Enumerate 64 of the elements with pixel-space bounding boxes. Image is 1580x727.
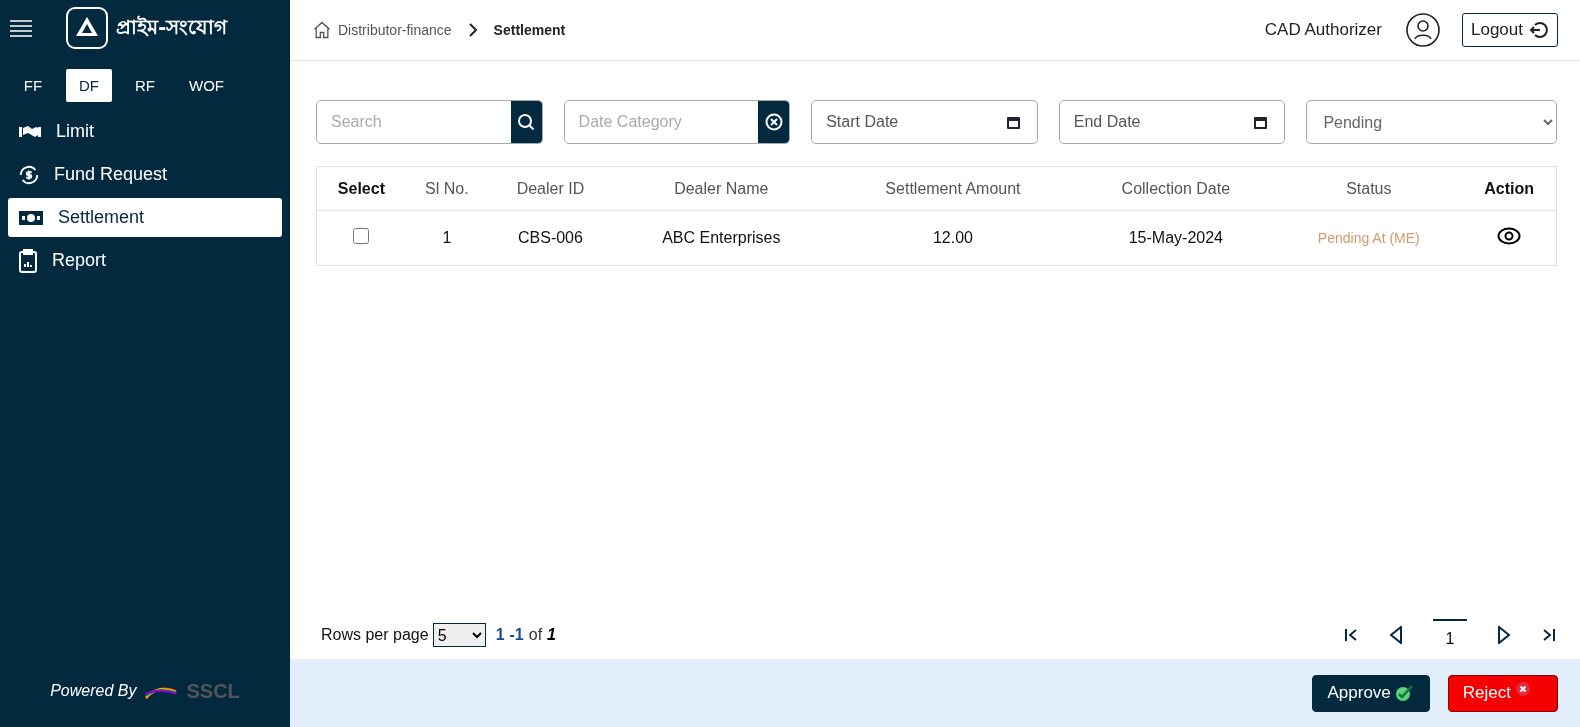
logout-icon[interactable] — [1529, 20, 1549, 40]
column-header: Sl No. — [405, 166, 488, 211]
rows-per-page-label: Rows per page — [321, 626, 429, 644]
dollar-cycle-icon — [18, 163, 40, 186]
approve-button[interactable]: Approve — [1312, 674, 1430, 712]
user-role: CAD Authorizer — [1264, 20, 1382, 40]
view-eye-icon[interactable] — [1497, 227, 1522, 245]
brand-name: প্রাইম-সংযোগ — [116, 13, 228, 41]
sidebar-item[interactable]: Settlement — [8, 198, 282, 237]
rows-per-page-select[interactable]: 5 — [432, 623, 486, 647]
sidebar-item[interactable]: Limit — [8, 112, 282, 151]
column-header: Status — [1275, 166, 1463, 211]
clear-icon[interactable] — [758, 101, 790, 143]
date-category-box[interactable]: Date Category — [563, 100, 791, 144]
menu-icon[interactable] — [10, 19, 32, 37]
table-cell: 1 — [405, 210, 488, 266]
row-checkbox[interactable] — [353, 228, 370, 244]
breadcrumb-link[interactable]: Distributor-finance — [338, 22, 452, 38]
page-number[interactable]: 1 — [1433, 619, 1467, 651]
table-cell: CBS-006 — [487, 210, 614, 266]
module-tab[interactable]: DF — [66, 69, 112, 102]
status-text: Pending At (ME) — [1317, 230, 1420, 246]
column-header: Dealer Name — [613, 166, 830, 211]
calendar-icon[interactable] — [1254, 115, 1268, 129]
table-cell: 12.00 — [829, 210, 1077, 266]
banknote-icon — [18, 209, 44, 226]
close-circle-icon — [1515, 681, 1531, 697]
column-header: Collection Date — [1076, 166, 1276, 211]
search-box[interactable]: Search — [316, 100, 543, 144]
logo-icon — [66, 7, 108, 49]
previous-page-icon[interactable] — [1389, 626, 1403, 644]
check-circle-icon — [1394, 684, 1415, 702]
end-date-box[interactable]: End Date — [1058, 100, 1286, 144]
sidebar-item[interactable]: Report — [8, 241, 282, 280]
clipboard-chart-icon — [18, 248, 38, 273]
sidebar-item[interactable]: Fund Request — [8, 155, 282, 194]
module-tab[interactable]: FF — [10, 69, 56, 102]
user-avatar-icon[interactable] — [1406, 13, 1440, 47]
column-header: Settlement Amount — [829, 166, 1077, 211]
total-count: 1 — [547, 626, 556, 644]
home-icon[interactable] — [312, 20, 332, 40]
handshake-icon — [18, 123, 42, 140]
module-tab[interactable]: WOF — [178, 69, 235, 102]
column-header: Action — [1462, 166, 1557, 211]
status-select[interactable]: Pending — [1306, 100, 1557, 144]
search-icon[interactable] — [510, 101, 542, 143]
logout-button[interactable]: Logout — [1462, 13, 1558, 47]
vendor-name: SSCL — [186, 679, 240, 703]
breadcrumb-current: Settlement — [493, 22, 566, 38]
of-text: of — [528, 626, 543, 644]
next-page-icon[interactable] — [1497, 626, 1511, 644]
start-date-box[interactable]: Start Date — [811, 100, 1038, 144]
table-cell: ABC Enterprises — [613, 210, 830, 266]
column-header: Select — [316, 166, 406, 211]
table-cell: 15-May-2024 — [1076, 210, 1276, 266]
chevron-right-icon — [467, 23, 478, 37]
module-tab[interactable]: RF — [122, 69, 168, 102]
range-end: -1 — [509, 626, 524, 644]
reject-button[interactable]: Reject — [1447, 674, 1558, 712]
range-start: 1 — [495, 626, 505, 644]
first-page-icon[interactable] — [1343, 628, 1359, 642]
powered-by-text: Powered By — [50, 682, 137, 700]
column-header: Dealer ID — [487, 166, 614, 211]
last-page-icon[interactable] — [1541, 628, 1557, 642]
